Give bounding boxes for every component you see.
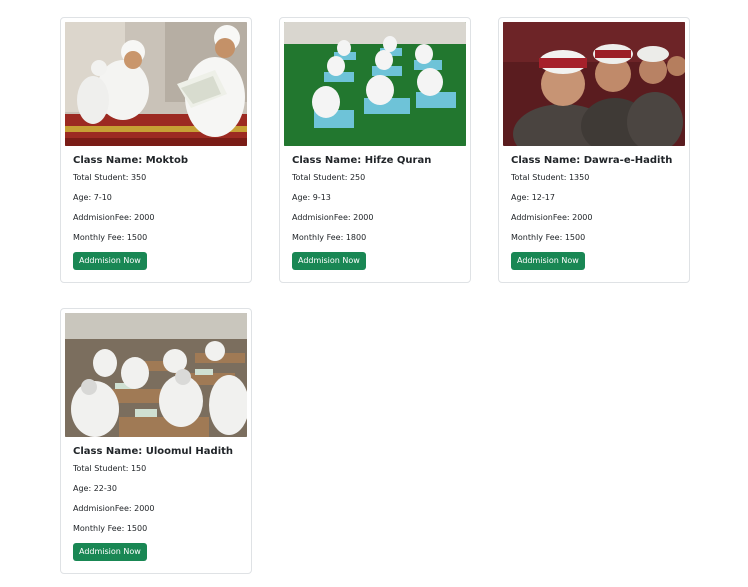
- admission-fee: AddmisionFee: 2000: [73, 504, 155, 513]
- admission-fee: AddmisionFee: 2000: [511, 213, 593, 222]
- class-card-uloomul-hadith: Class Name: Uloomul Hadith Total Student…: [60, 308, 252, 574]
- monthly-fee: Monthly Fee: 1500: [73, 233, 148, 242]
- class-name: Class Name: Uloomul Hadith: [73, 446, 234, 457]
- age-range: Age: 9-13: [292, 193, 331, 202]
- admission-now-button[interactable]: Addmision Now: [511, 252, 585, 270]
- class-card-moktob: Class Name: Moktob Total Student: 350 Ag…: [60, 17, 252, 283]
- total-students: Total Student: 150: [73, 464, 147, 473]
- class-name: Class Name: Hifze Quran: [292, 155, 432, 166]
- class-name: Class Name: Dawra-e-Hadith: [511, 155, 673, 166]
- total-students: Total Student: 1350: [511, 173, 590, 182]
- card-image: [503, 22, 685, 146]
- monthly-fee: Monthly Fee: 1500: [73, 524, 148, 533]
- age-range: Age: 12-17: [511, 193, 555, 202]
- class-name: Class Name: Moktob: [73, 155, 188, 166]
- card-image: [65, 313, 247, 437]
- class-card-dawra-e-hadith: Class Name: Dawra-e-Hadith Total Student…: [498, 17, 690, 283]
- card-image: [65, 22, 247, 146]
- class-card-hifze-quran: Class Name: Hifze Quran Total Student: 2…: [279, 17, 471, 283]
- admission-fee: AddmisionFee: 2000: [292, 213, 374, 222]
- admission-now-button[interactable]: Addmision Now: [73, 543, 147, 561]
- monthly-fee: Monthly Fee: 1500: [511, 233, 586, 242]
- admission-now-button[interactable]: Addmision Now: [73, 252, 147, 270]
- card-image: [284, 22, 466, 146]
- age-range: Age: 22-30: [73, 484, 117, 493]
- total-students: Total Student: 350: [73, 173, 147, 182]
- monthly-fee: Monthly Fee: 1800: [292, 233, 367, 242]
- age-range: Age: 7-10: [73, 193, 112, 202]
- total-students: Total Student: 250: [292, 173, 366, 182]
- admission-now-button[interactable]: Addmision Now: [292, 252, 366, 270]
- admission-fee: AddmisionFee: 2000: [73, 213, 155, 222]
